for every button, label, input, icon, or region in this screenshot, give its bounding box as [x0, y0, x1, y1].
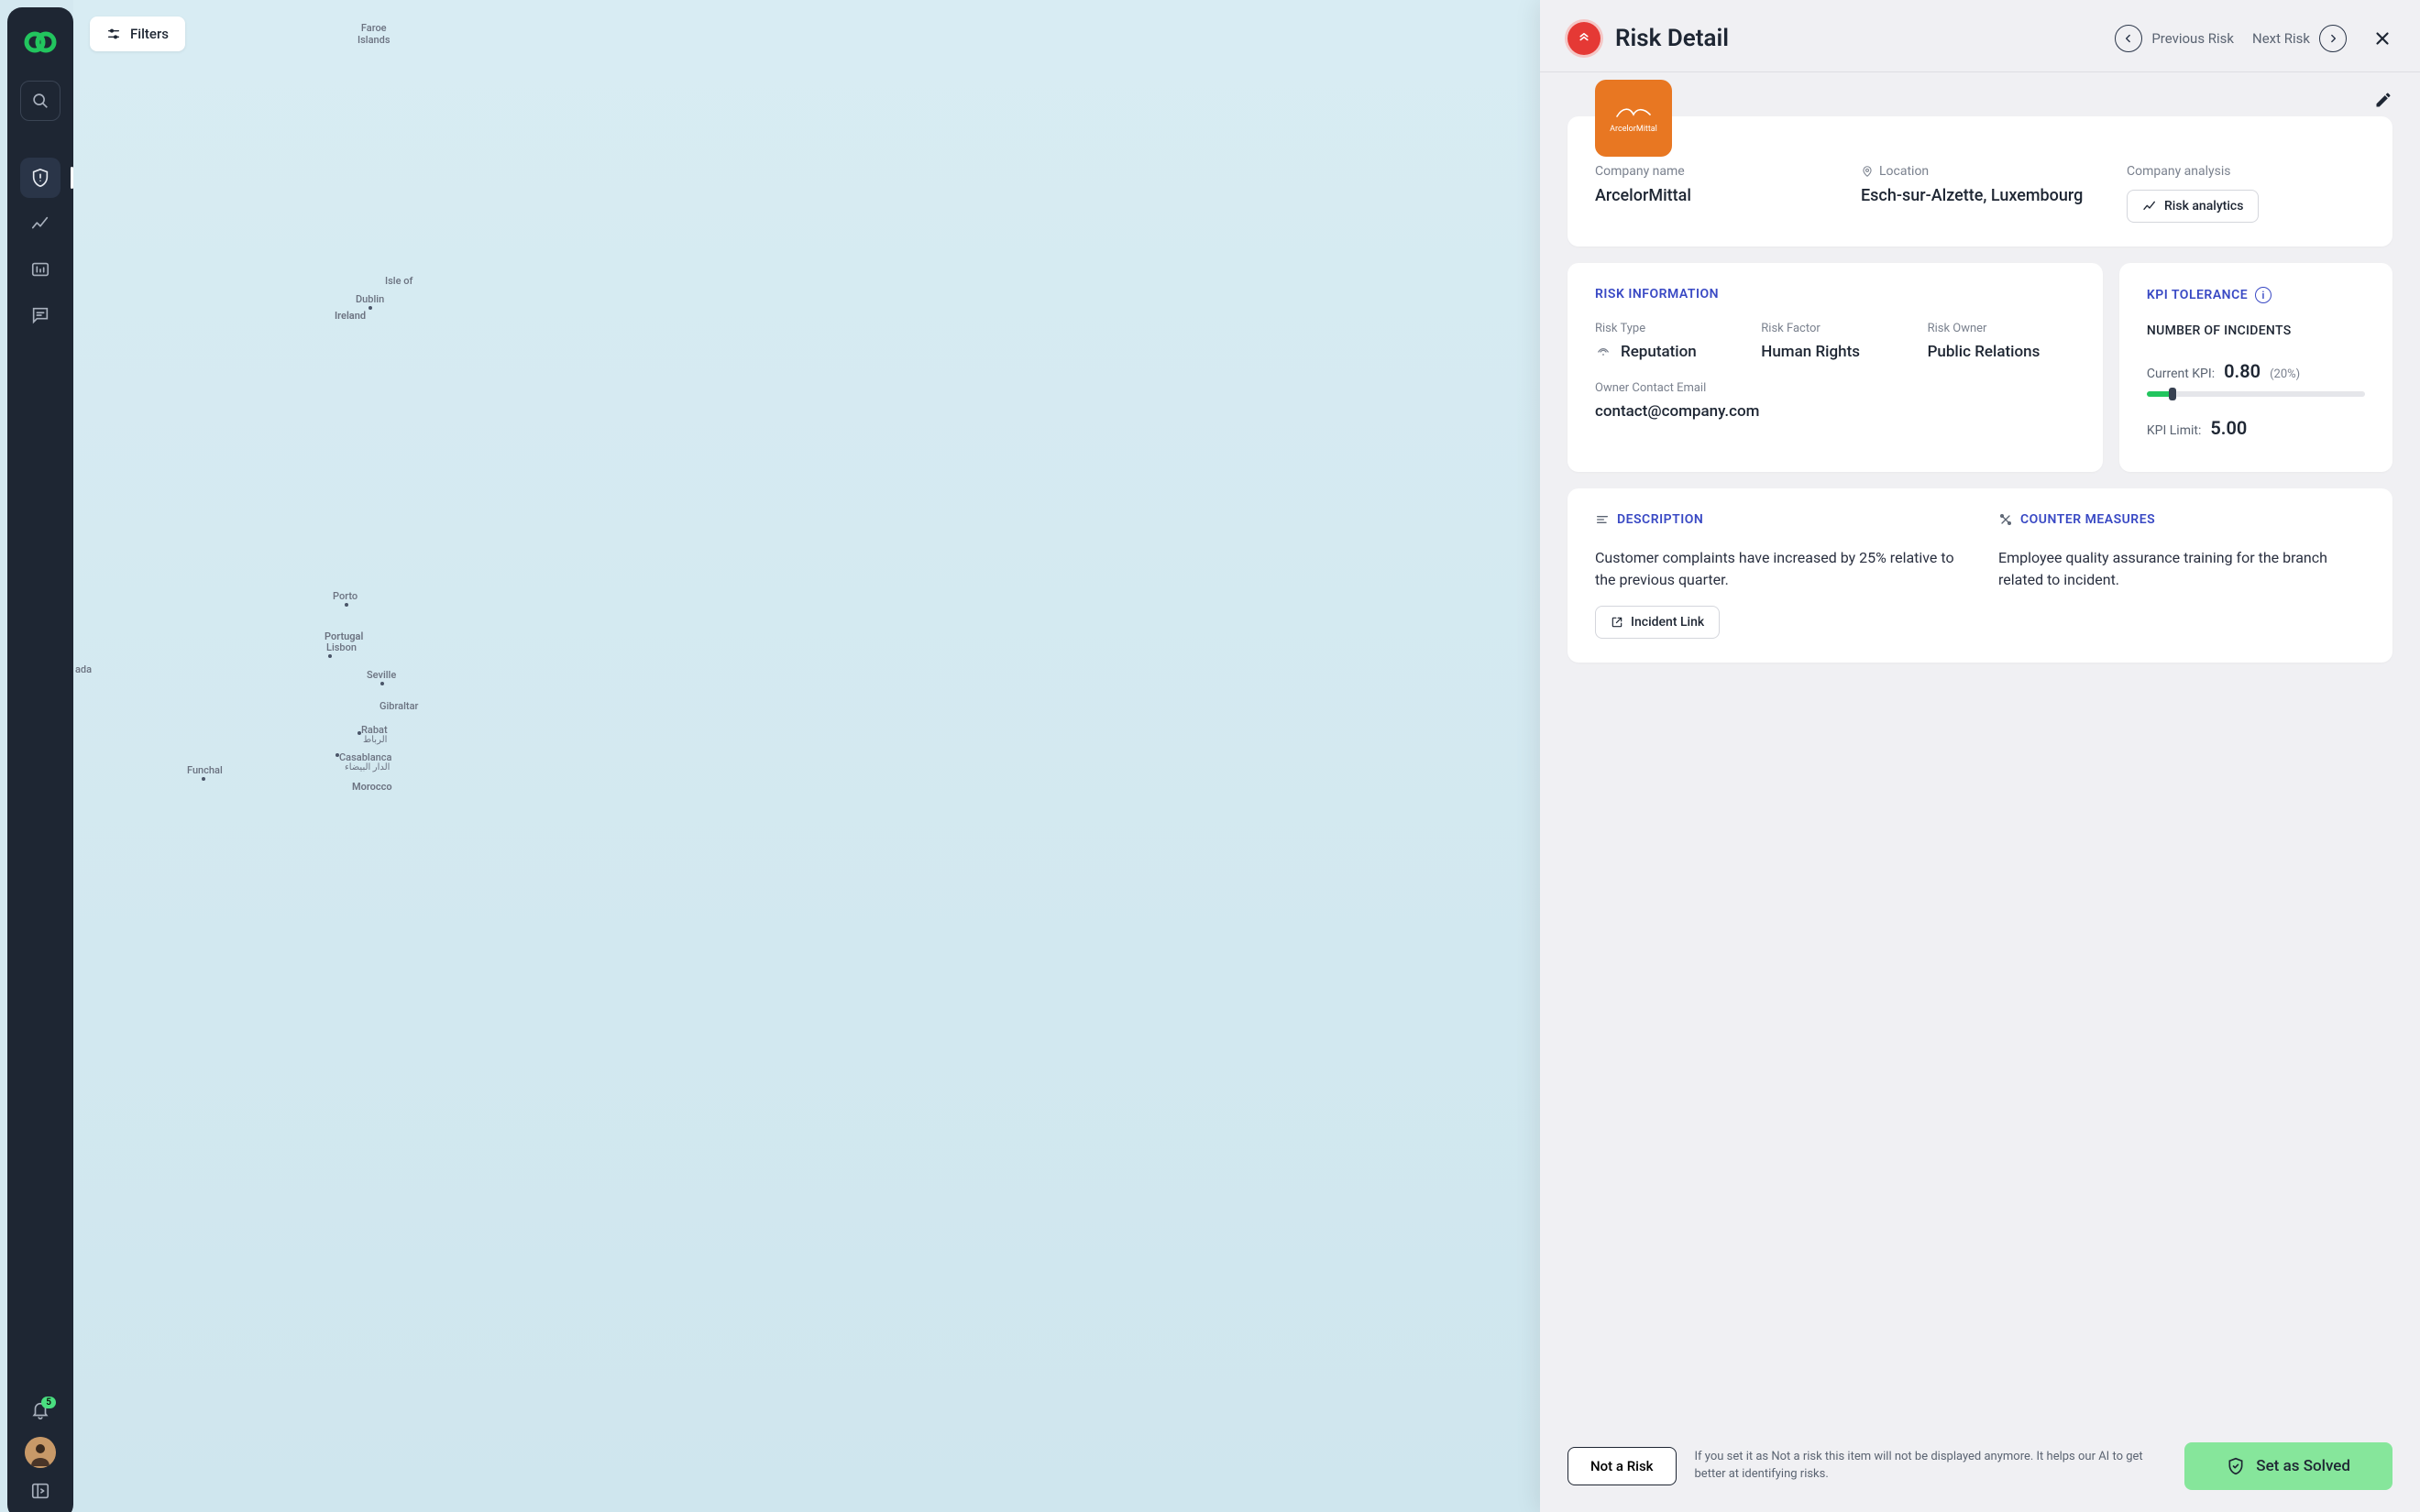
- sidebar: 5: [7, 7, 73, 1512]
- counter-measures-title: COUNTER MEASURES: [1998, 512, 2365, 527]
- risk-information-card: RISK INFORMATION Risk Type Reputation Ri…: [1568, 263, 2103, 472]
- map-label-portugal: Portugal: [324, 630, 363, 642]
- kpi-current-value: 0.80: [2224, 360, 2260, 382]
- expand-sidebar-button[interactable]: [30, 1481, 50, 1501]
- risk-factor-value: Human Rights: [1761, 343, 1908, 361]
- close-panel-button[interactable]: [2372, 28, 2392, 49]
- map-label-isle: Isle of: [385, 275, 412, 287]
- next-risk-button[interactable]: Next Risk: [2252, 25, 2347, 52]
- map-label-gibraltar: Gibraltar: [380, 700, 418, 712]
- risk-info-title: RISK INFORMATION: [1595, 287, 2075, 301]
- risk-owner-label: Risk Owner: [1928, 322, 2075, 335]
- company-name-label: Company name: [1595, 164, 1833, 179]
- location-label: Location: [1861, 164, 2099, 179]
- not-a-risk-button[interactable]: Not a Risk: [1568, 1447, 1677, 1485]
- panel-title: Risk Detail: [1615, 25, 1729, 52]
- owner-email-value: contact@company.com: [1595, 402, 2075, 421]
- map-label-rabat: Rabat: [361, 724, 388, 736]
- risk-detail-panel: Risk Detail Previous Risk Next Risk: [1540, 0, 2420, 1512]
- counter-measures-text: Employee quality assurance training for …: [1998, 547, 2365, 591]
- kpi-current-row: Current KPI: 0.80 (20%): [2147, 360, 2365, 382]
- map-label-rabat-ar: الرباط: [363, 735, 387, 746]
- nav-analytics-icon[interactable]: [20, 203, 60, 244]
- map-label-casablanca: Casablanca: [339, 751, 391, 763]
- nav-reports-icon[interactable]: [20, 249, 60, 290]
- map-label-dublin: Dublin: [356, 293, 384, 305]
- filters-button[interactable]: Filters: [90, 16, 185, 51]
- notification-badge: 5: [41, 1397, 56, 1408]
- map-label-casablanca-ar: الدار البيضاء: [345, 762, 390, 773]
- risk-owner-value: Public Relations: [1928, 343, 2075, 361]
- kpi-info-button[interactable]: i: [2255, 287, 2272, 303]
- company-name-value: ArcelorMittal: [1595, 186, 1833, 205]
- map-label-faroe: Faroe Islands: [358, 22, 390, 46]
- risk-type-value: Reputation: [1595, 343, 1743, 361]
- map-label-morocco: Morocco: [352, 781, 392, 793]
- company-logo: ArcelorMittal: [1595, 80, 1672, 157]
- risk-detail-icon: [1568, 22, 1600, 55]
- notifications-button[interactable]: 5: [30, 1400, 50, 1424]
- panel-header: Risk Detail Previous Risk Next Risk: [1540, 0, 2420, 72]
- risk-factor-label: Risk Factor: [1761, 322, 1908, 335]
- kpi-tolerance-card: KPI TOLERANCE i NUMBER OF INCIDENTS Curr…: [2119, 263, 2392, 472]
- description-counter-card: DESCRIPTION Customer complaints have inc…: [1568, 488, 2392, 663]
- description-title: DESCRIPTION: [1595, 512, 1962, 527]
- panel-footer: Not a Risk If you set it as Not a risk t…: [1540, 1426, 2420, 1512]
- map-label-funchal: Funchal: [187, 764, 223, 776]
- filters-label: Filters: [130, 26, 169, 42]
- company-card: ArcelorMittal Company name ArcelorMittal…: [1568, 116, 2392, 247]
- kpi-title: KPI TOLERANCE i: [2147, 287, 2365, 303]
- edit-button[interactable]: [2374, 91, 2392, 113]
- nav-messages-icon[interactable]: [20, 295, 60, 335]
- map-label-seville: Seville: [367, 669, 396, 681]
- kpi-limit-row: KPI Limit: 5.00: [2147, 417, 2365, 439]
- map-label-ada: ada: [75, 663, 92, 675]
- kpi-subtitle: NUMBER OF INCIDENTS: [2147, 323, 2365, 338]
- map-label-porto: Porto: [333, 590, 358, 602]
- kpi-progress-bar: [2147, 391, 2365, 397]
- incident-link-button[interactable]: Incident Link: [1595, 606, 1720, 639]
- set-as-solved-button[interactable]: Set as Solved: [2184, 1442, 2392, 1490]
- user-avatar[interactable]: [25, 1437, 56, 1468]
- kpi-limit-value: 5.00: [2210, 417, 2247, 439]
- map-canvas[interactable]: Filters Faroe Islands Isle of Dublin Ire…: [73, 0, 2420, 1512]
- description-text: Customer complaints have increased by 25…: [1595, 547, 1962, 591]
- location-value: Esch-sur-Alzette, Luxembourg: [1861, 186, 2099, 205]
- chevron-left-icon: [2115, 25, 2142, 52]
- owner-email-label: Owner Contact Email: [1595, 381, 2075, 395]
- chevron-right-icon: [2319, 25, 2347, 52]
- map-label-lisbon: Lisbon: [326, 641, 357, 653]
- risk-analytics-button[interactable]: Risk analytics: [2127, 190, 2259, 223]
- risk-type-label: Risk Type: [1595, 322, 1743, 335]
- analysis-label: Company analysis: [2127, 164, 2365, 179]
- app-logo: [24, 26, 57, 59]
- nav-risk-icon[interactable]: [20, 158, 60, 198]
- previous-risk-button[interactable]: Previous Risk: [2115, 25, 2234, 52]
- search-button[interactable]: [20, 81, 60, 121]
- kpi-pct: (20%): [2270, 367, 2300, 381]
- map-label-ireland: Ireland: [335, 310, 366, 322]
- footer-note: If you set it as Not a risk this item wi…: [1695, 1449, 2153, 1484]
